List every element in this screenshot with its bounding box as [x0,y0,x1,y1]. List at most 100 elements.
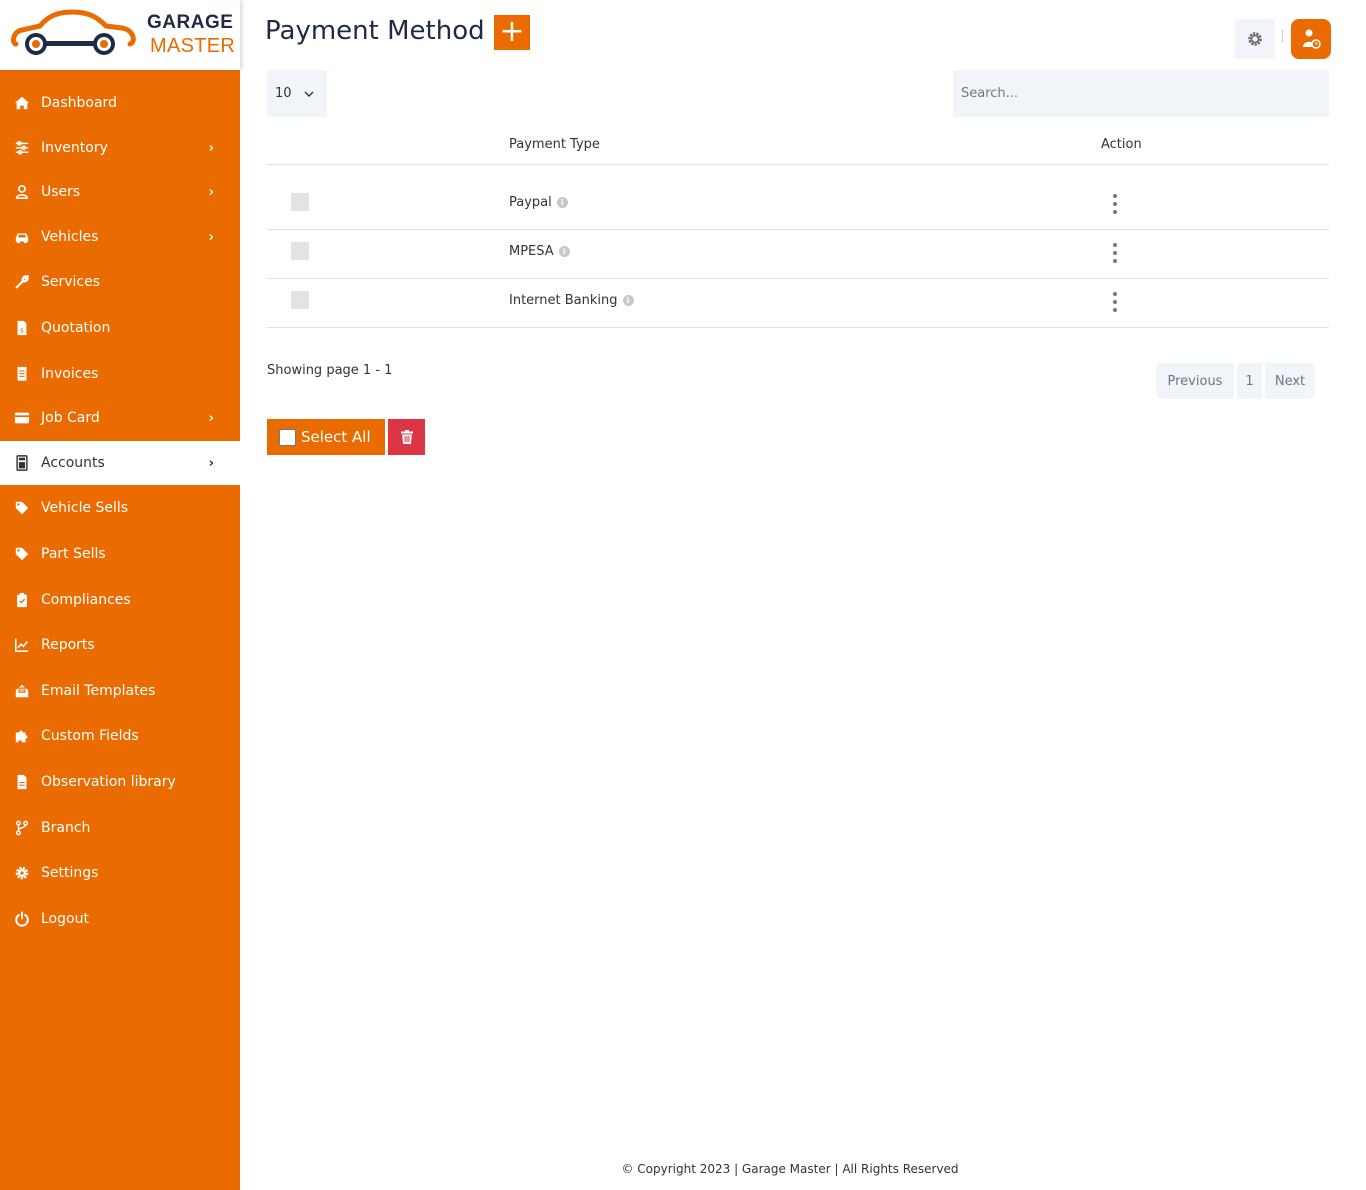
column-header-payment-type[interactable]: Payment Type [509,137,600,152]
user-clock-icon [1303,29,1321,49]
sidebar-item-label: Dashboard [41,95,117,111]
add-payment-method-button[interactable]: + [494,15,530,50]
payment-type-name: Internet Banking [509,293,618,308]
row-checkbox[interactable] [291,242,309,260]
footer-copyright: © Copyright 2023 | Garage Master | All R… [621,1162,959,1176]
row-checkbox[interactable] [291,291,309,309]
receipt-icon [13,365,31,383]
code-branch-icon [13,819,31,837]
sidebar-item-logout[interactable]: Logout [0,897,240,941]
row-checkbox[interactable] [291,193,309,211]
sidebar-item-custom-fields[interactable]: Custom Fields [0,714,240,758]
sidebar-item-vehicles[interactable]: Vehicles › [0,215,240,259]
pagination-info: Showing page 1 - 1 [267,363,393,378]
tag-icon [13,499,31,517]
sidebar-item-observation-library[interactable]: Observation library [0,760,240,804]
sidebar-item-quotation[interactable]: $ Quotation [0,306,240,350]
row-divider [267,229,1329,230]
tag-icon [13,545,31,563]
next-page-button[interactable]: Next [1265,363,1315,399]
sidebar-item-reports[interactable]: Reports [0,623,240,667]
user-profile-button[interactable] [1291,19,1331,59]
sidebar-item-job-card[interactable]: Job Card › [0,396,240,440]
brand-line1: GARAGE [147,12,234,33]
previous-page-button[interactable]: Previous [1156,363,1234,399]
trash-icon [400,430,413,444]
wrench-icon [13,273,31,291]
table-row-payment-type: MPESA i [509,244,570,259]
page-title: Payment Method [265,16,485,46]
sidebar-item-label: Inventory [41,140,108,156]
page-1-button[interactable]: 1 [1237,363,1262,399]
car-wrench-logo-icon [11,9,136,55]
sidebar-item-users[interactable]: Users › [0,170,240,214]
sidebar-item-label: Quotation [41,320,111,336]
calculator-icon [13,454,31,472]
cog-icon [13,864,31,882]
sidebar-item-label: Settings [41,865,99,881]
sidebar-item-label: Vehicle Sells [41,500,129,516]
sidebar-item-branch[interactable]: Branch [0,806,240,850]
chevron-down-icon [304,91,314,97]
sidebar-item-inventory[interactable]: Inventory › [0,126,240,170]
sidebar-item-label: Vehicles [41,229,99,245]
row-actions-kebab-icon[interactable] [1109,194,1121,214]
select-all-button[interactable]: Select All [267,419,385,455]
row-divider [267,278,1329,279]
sidebar-item-label: Logout [41,911,89,927]
brand-line2: MASTER [150,35,236,57]
chevron-right-icon: › [208,455,214,471]
row-actions-kebab-icon[interactable] [1109,243,1121,263]
info-icon[interactable]: i [558,246,570,257]
delete-selected-button[interactable] [388,419,425,455]
logo[interactable]: GARAGE MASTER [0,0,240,70]
sidebar-item-label: Job Card [41,410,100,426]
settings-button[interactable] [1235,19,1275,59]
table-header-divider [267,164,1329,165]
user-icon [13,183,31,201]
row-divider [267,327,1329,328]
sidebar-item-label: Reports [41,637,95,653]
payment-type-name: MPESA [509,244,554,259]
chevron-right-icon: › [208,184,214,200]
sidebar-item-label: Users [41,184,81,200]
header-divider [1282,30,1283,42]
search-input[interactable] [953,70,1329,117]
payment-type-name: Paypal [509,195,552,210]
sidebar-item-dashboard[interactable]: Dashboard [0,81,240,125]
sidebar-item-email-templates[interactable]: Email Templates [0,669,240,713]
table-row-payment-type: Internet Banking i [509,293,634,308]
sidebar-item-label: Custom Fields [41,728,139,744]
select-all-checkbox[interactable] [279,428,296,446]
sidebar-item-label: Accounts [41,455,105,471]
sidebar-item-label: Services [41,274,101,290]
sidebar-item-label: Invoices [41,366,99,382]
sidebar-item-compliances[interactable]: Compliances [0,578,240,622]
credit-card-icon [13,409,31,427]
sidebar-item-services[interactable]: Services [0,260,240,304]
info-icon[interactable]: i [622,295,634,306]
power-icon [13,910,31,928]
sidebar-item-label: Email Templates [41,683,156,699]
select-all-label: Select All [301,428,371,446]
sidebar-item-part-sells[interactable]: Part Sells [0,532,240,576]
sidebar-item-invoices[interactable]: Invoices [0,352,240,396]
info-icon[interactable]: i [556,197,568,208]
car-icon [13,228,31,246]
sidebar-item-label: Observation library [41,774,176,790]
sidebar: GARAGE MASTER Dashboard Inventory › Users › V… [0,0,240,1190]
clipboard-check-icon [13,591,31,609]
file-invoice-icon: $ [13,319,31,337]
sliders-icon [13,139,31,157]
sidebar-item-label: Compliances [41,592,131,608]
home-icon [13,94,31,112]
sidebar-item-vehicle-sells[interactable]: Vehicle Sells [0,486,240,530]
sidebar-item-settings[interactable]: Settings [0,851,240,895]
column-header-action: Action [1101,137,1142,152]
sidebar-item-accounts[interactable]: Accounts › [0,441,240,485]
page-size-select[interactable]: 10 [267,70,327,117]
gear-icon [1248,32,1262,46]
page-size-value: 10 [275,86,292,101]
row-actions-kebab-icon[interactable] [1109,292,1121,312]
sidebar-item-label: Part Sells [41,546,106,562]
